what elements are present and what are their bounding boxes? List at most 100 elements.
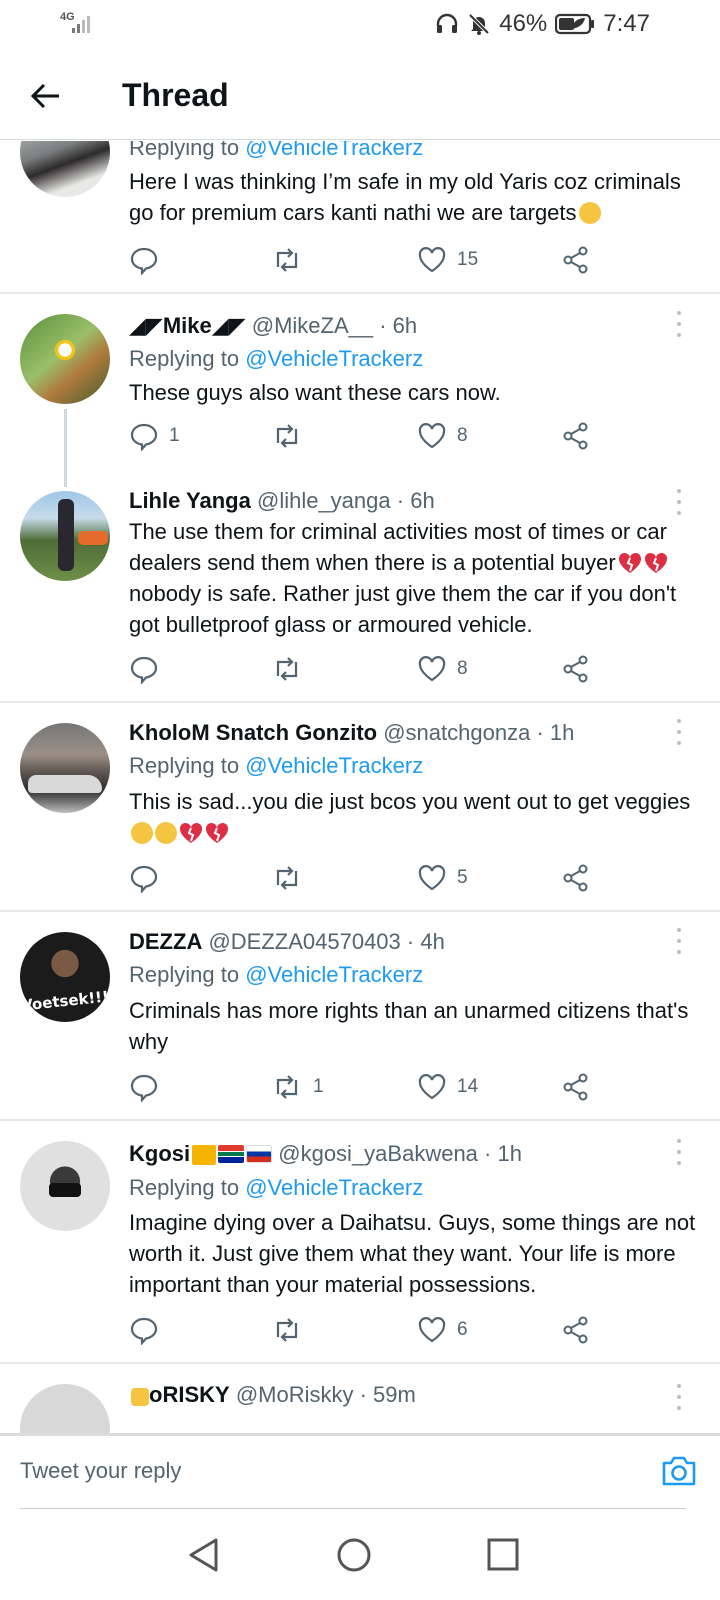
nav-back-icon [189,1538,218,1572]
display-name[interactable]: DEZZA [129,929,202,954]
retweet-button[interactable] [271,1315,303,1345]
handle[interactable]: @MikeZA__ [252,313,373,338]
avatar-caption: Voetsek!!! [20,987,110,1015]
mention-link[interactable]: @VehicleTrackerz [245,346,423,371]
like-icon [418,423,446,449]
like-button[interactable]: 15 [417,245,478,275]
retweet-icon [276,248,298,272]
battery-icon [555,13,595,35]
like-button[interactable]: 14 [417,1072,478,1102]
timestamp: · 59m [359,1382,416,1407]
back-button[interactable] [28,78,64,114]
tweet-header: Lihle Yanga @lihle_yanga · 6h [129,488,435,514]
more-icon[interactable] [676,719,682,745]
like-count: 8 [457,425,468,446]
reply-composer: Tweet your reply [0,1433,720,1510]
share-button[interactable] [561,654,591,684]
share-button[interactable] [561,421,591,451]
more-icon[interactable] [676,311,682,337]
retweet-icon [276,1318,298,1342]
handle[interactable]: @snatchgonza [383,720,530,745]
timestamp: · 6h [396,488,435,513]
tweet-text: These guys also want these cars now. [129,380,501,405]
thread-feed[interactable]: Replying to @VehicleTrackerz Here I was … [0,141,720,1433]
tweet[interactable]: Lihle Yanga @lihle_yanga · 6h The use th… [0,474,720,702]
display-name[interactable]: Kgosi [129,1141,273,1166]
avatar[interactable] [20,1141,110,1231]
like-button[interactable]: 5 [417,863,468,893]
like-button[interactable]: 8 [417,654,468,684]
replying-to: Replying to @VehicleTrackerz [129,141,423,161]
avatar[interactable] [20,723,110,813]
handle[interactable]: @kgosi_yaBakwena [278,1141,478,1166]
retweet-icon [276,424,298,448]
retweet-button[interactable] [271,245,303,275]
south-africa-flag-emoji [218,1145,245,1163]
share-icon [563,1073,588,1101]
replying-to: Replying to @VehicleTrackerz [129,346,424,371]
avatar[interactable]: Voetsek!!! [20,932,110,1022]
mention-link[interactable]: @VehicleTrackerz [245,962,423,987]
more-icon[interactable] [676,928,682,954]
reply-button[interactable] [129,863,159,893]
like-icon [418,1317,446,1343]
replying-to: Replying to @VehicleTrackerz [129,1175,424,1200]
camera-button[interactable] [660,1454,698,1493]
status-bar: 4G 46% 7:47 [0,0,720,50]
tweet[interactable]: ◢◤Mike◢◤ @MikeZA__ · 6h Replying to @Veh… [0,294,720,474]
avatar[interactable] [20,1384,110,1433]
more-icon[interactable] [676,489,682,515]
more-icon[interactable] [676,1139,682,1165]
reply-icon [130,423,158,451]
handle[interactable]: @MoRiskky [236,1382,354,1407]
sad-face-emoji [578,202,601,224]
tweet-header: DEZZA @DEZZA04570403 · 4h [129,929,445,955]
retweet-button[interactable]: 1 [271,1072,324,1102]
avatar[interactable] [20,314,110,404]
retweet-button[interactable] [271,654,303,684]
like-count: 14 [457,1076,479,1097]
mention-link[interactable]: @VehicleTrackerz [245,753,423,778]
reply-input[interactable]: Tweet your reply [20,1458,181,1484]
retweet-button[interactable] [271,421,303,451]
share-button[interactable] [561,863,591,893]
handle[interactable]: @lihle_yanga [257,488,391,513]
nav-back-button[interactable] [186,1536,220,1579]
display-name[interactable]: ◢◤Mike◢◤ [129,313,246,338]
mention-link[interactable]: @VehicleTrackerz [245,141,423,160]
like-icon [418,247,446,273]
share-icon [563,1316,588,1344]
display-name[interactable]: oRISKY [129,1382,230,1407]
retweet-button[interactable] [271,863,303,893]
like-button[interactable]: 6 [417,1315,468,1345]
reply-button[interactable] [129,245,159,275]
nav-home-button[interactable] [336,1536,372,1579]
share-button[interactable] [561,1072,591,1102]
more-icon[interactable] [676,1384,682,1410]
reply-button[interactable] [129,1072,159,1102]
reply-button[interactable] [129,1315,159,1345]
reply-button[interactable] [129,654,159,684]
like-button[interactable]: 8 [417,421,468,451]
avatar[interactable] [20,141,110,197]
nav-recents-button[interactable] [486,1536,520,1579]
tweet[interactable]: Kgosi @kgosi_yaBakwena · 1h Replying to … [0,1121,720,1363]
share-button[interactable] [561,245,591,275]
tweet-actions: 1 8 [129,421,609,457]
reply-button[interactable]: 1 [129,421,180,451]
tweet[interactable]: Voetsek!!! DEZZA @DEZZA04570403 · 4h Rep… [0,912,720,1120]
display-name[interactable]: KholoM Snatch Gonzito [129,720,377,745]
handle[interactable]: @DEZZA04570403 [208,929,400,954]
tweet-actions: 1 14 [129,1072,609,1108]
back-arrow-icon [30,83,59,109]
like-count: 15 [457,249,479,270]
tweet[interactable]: Replying to @VehicleTrackerz Here I was … [0,141,720,294]
avatar[interactable] [20,491,110,581]
tweet-text: Imagine dying over a Daihatsu. Guys, som… [129,1210,696,1297]
tweet[interactable]: KholoM Snatch Gonzito @snatchgonza · 1h … [0,703,720,911]
reply-icon [130,1317,158,1345]
tweet[interactable]: oRISKY @MoRiskky · 59m [0,1364,720,1433]
display-name[interactable]: Lihle Yanga [129,488,251,513]
share-button[interactable] [561,1315,591,1345]
mention-link[interactable]: @VehicleTrackerz [245,1175,423,1200]
